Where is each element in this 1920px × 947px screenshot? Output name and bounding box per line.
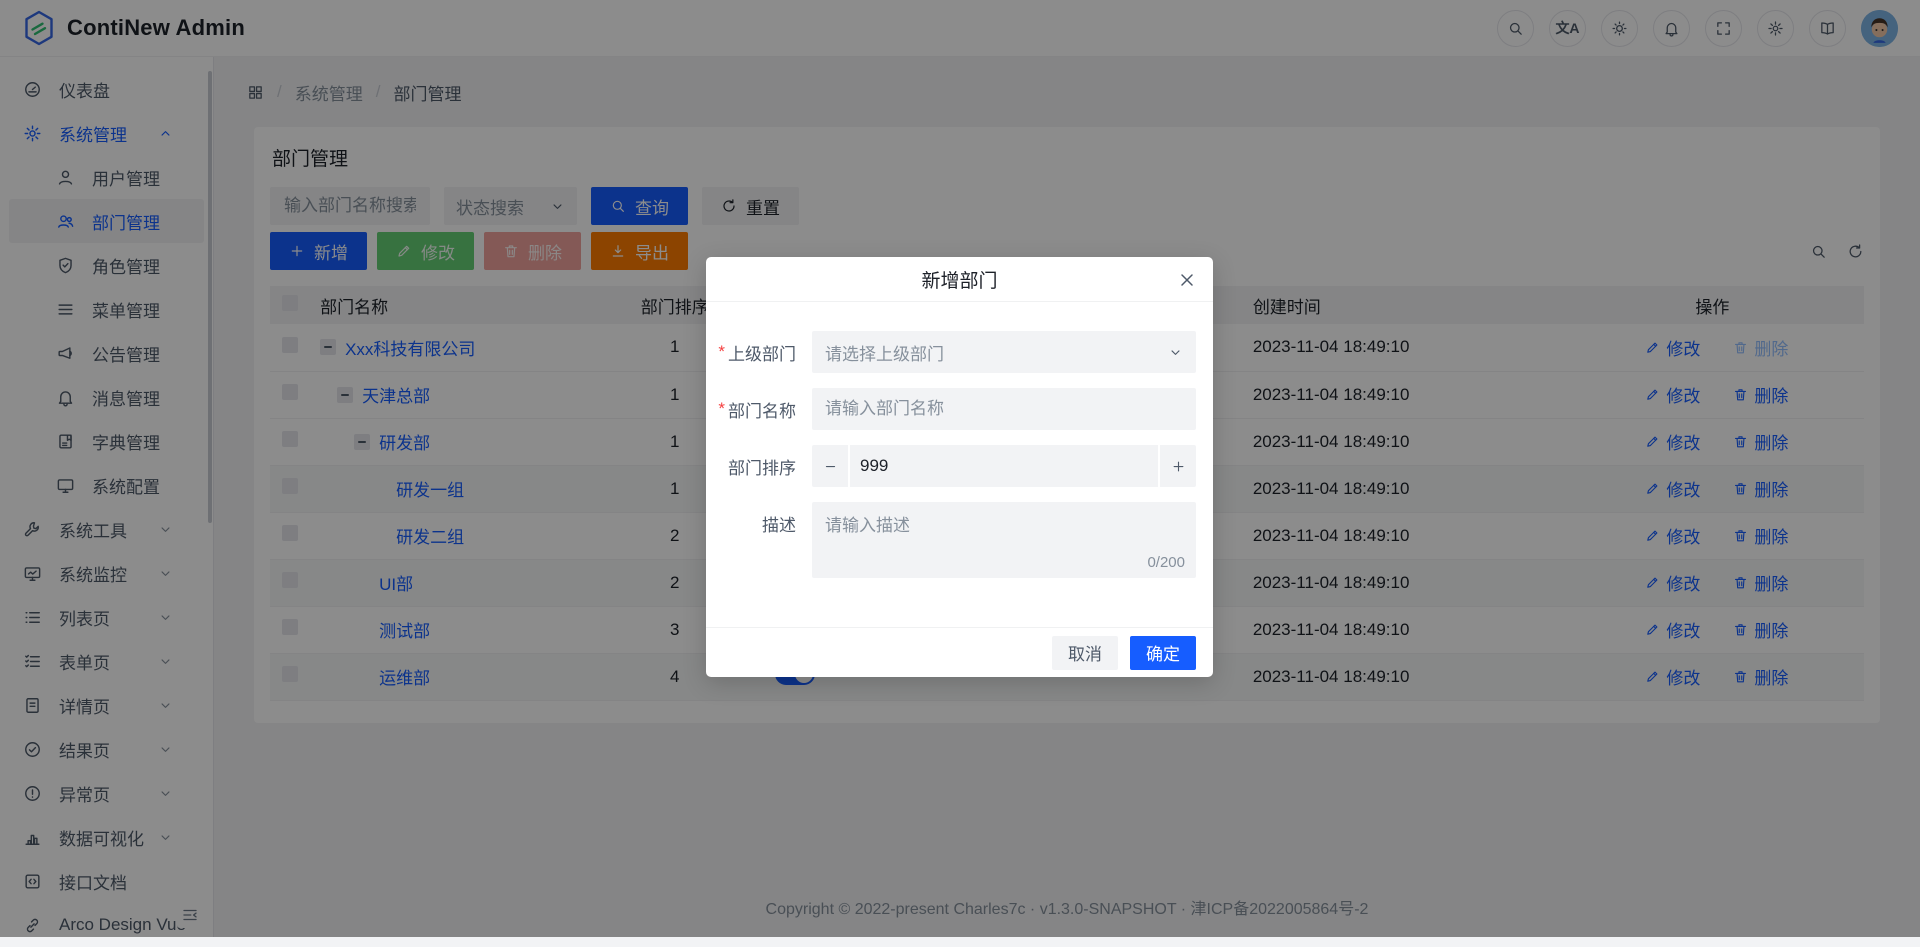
modal-title: 新增部门 <box>921 266 997 293</box>
dept-sort-label: 部门排序 <box>728 454 796 479</box>
modal-footer: 取消 确定 <box>706 627 1213 677</box>
close-icon[interactable] <box>1177 270 1197 290</box>
modal-header: 新增部门 <box>706 257 1213 302</box>
description-label: 描述 <box>762 511 796 536</box>
stepper-plus-button[interactable] <box>1158 445 1196 487</box>
cancel-button[interactable]: 取消 <box>1052 636 1118 670</box>
modal-body: *上级部门 请选择上级部门 *部门名称 部门排序 <box>706 302 1213 627</box>
add-dept-modal: 新增部门 *上级部门 请选择上级部门 *部门名称 部门排序 <box>706 257 1213 677</box>
parent-dept-select[interactable]: 请选择上级部门 <box>812 331 1196 373</box>
plus-icon <box>1171 459 1186 474</box>
confirm-button[interactable]: 确定 <box>1130 636 1196 670</box>
dept-sort-stepper <box>812 445 1196 487</box>
parent-dept-label: 上级部门 <box>728 340 796 365</box>
char-counter: 0/200 <box>1147 554 1185 571</box>
dept-sort-input[interactable] <box>850 445 1158 487</box>
minus-icon <box>823 459 838 474</box>
dept-name-label: 部门名称 <box>728 397 796 422</box>
stepper-minus-button[interactable] <box>812 445 850 487</box>
description-textarea[interactable] <box>812 502 1196 578</box>
chevron-down-icon <box>1168 345 1183 360</box>
dept-name-input[interactable] <box>812 388 1196 430</box>
